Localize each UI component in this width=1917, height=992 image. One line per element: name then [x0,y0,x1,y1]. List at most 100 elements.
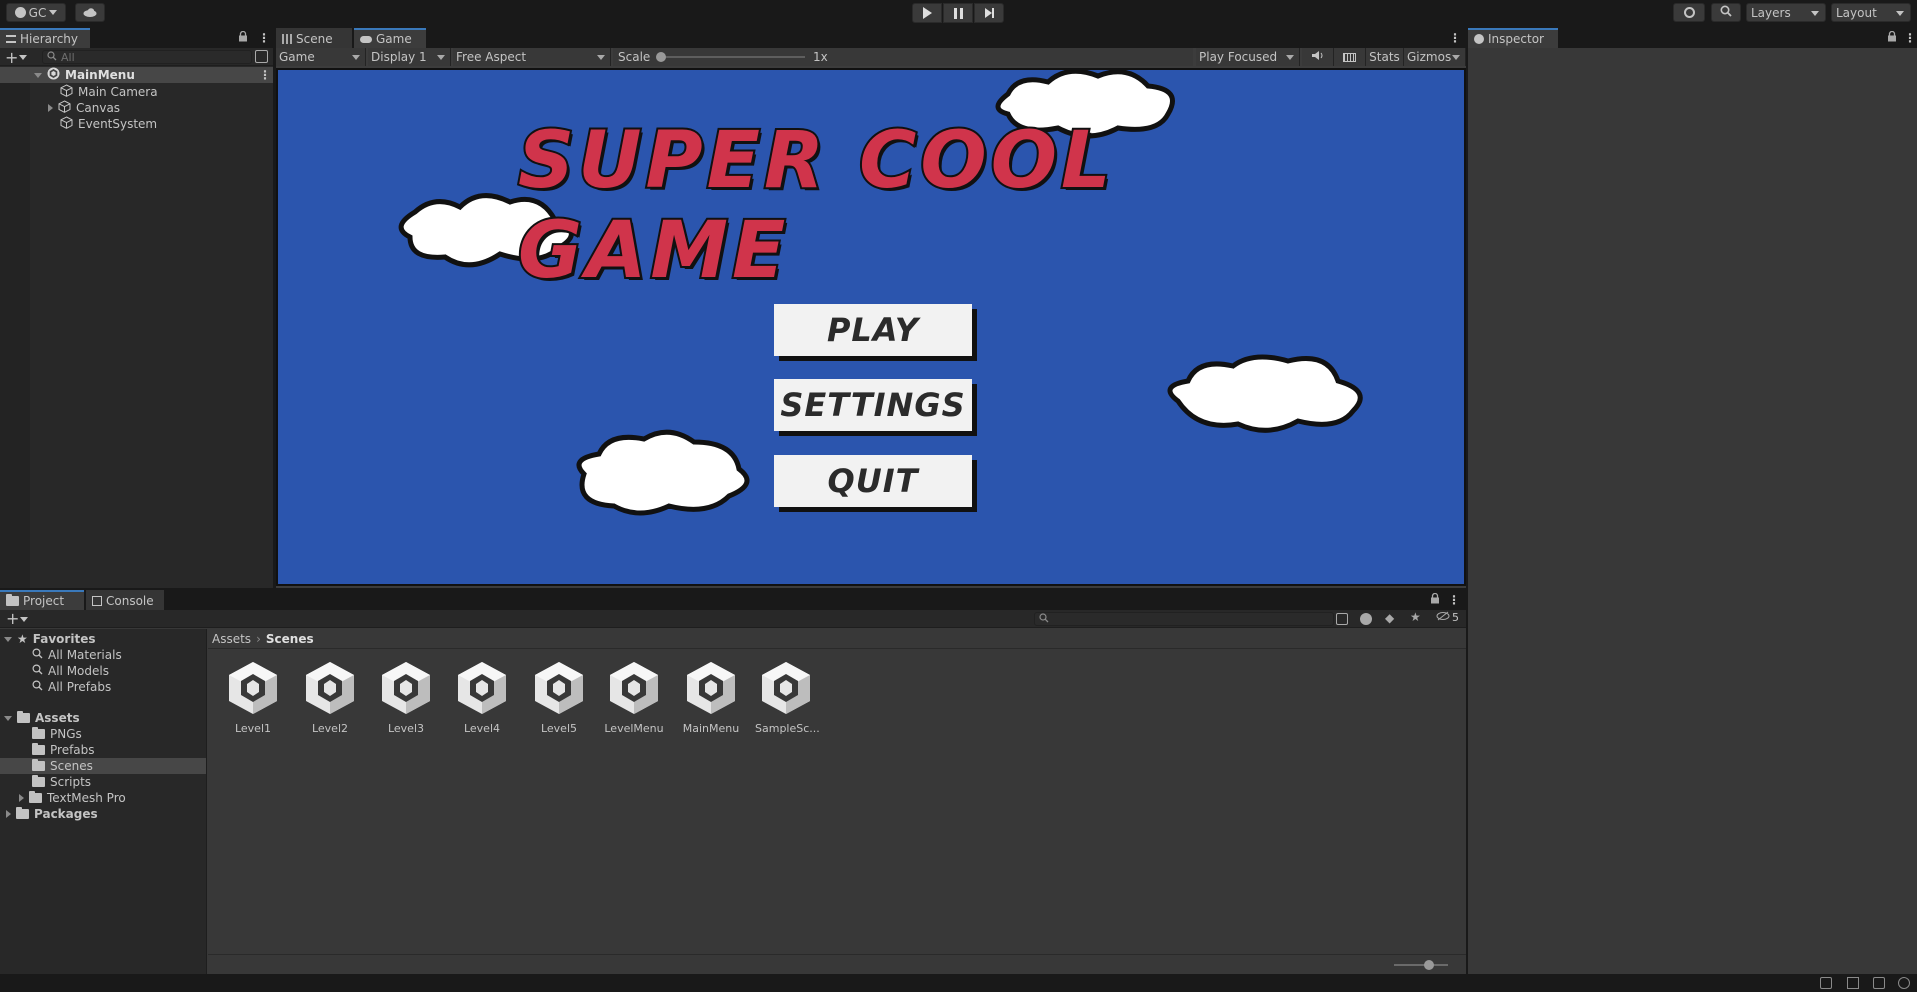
history-icon [1683,7,1695,18]
expand-arrow-icon[interactable] [6,810,11,818]
stats-button[interactable]: Stats [1366,48,1404,66]
hierarchy-search-placeholder: All [61,50,75,64]
scene-asset-tile[interactable]: Level2 [299,660,361,735]
hierarchy-scene-row[interactable]: MainMenu ⋮ [0,67,273,83]
display-label: Display 1 [371,50,427,64]
scale-label: Scale [618,50,651,64]
network-icon[interactable] [1873,977,1885,989]
bug-icon[interactable] [1820,977,1832,989]
scene-asset-tile[interactable]: Level3 [375,660,437,735]
layout-dropdown[interactable]: Layout [1831,3,1911,22]
tree-item-textmesh-pro[interactable]: TextMesh Pro [19,790,126,806]
scene-asset-tile[interactable]: MainMenu [680,660,742,735]
scene-visibility-icon[interactable] [255,50,268,63]
play-mode-dropdown[interactable]: Play Focused [1196,48,1300,66]
gizmos-dropdown[interactable]: Gizmos [1404,48,1466,66]
add-icon[interactable]: + [5,48,18,67]
search-by-type-icon[interactable] [1336,613,1348,625]
scale-value: 1x [813,50,828,64]
tree-item-all-prefabs[interactable]: All Prefabs [32,679,111,695]
search-icon [32,680,43,694]
expand-arrow-icon[interactable] [19,794,24,802]
game-mode-dropdown[interactable]: Game [276,48,366,66]
display-dropdown[interactable]: Display 1 [368,48,451,66]
aspect-dropdown[interactable]: Free Aspect [453,48,611,66]
hierarchy-item-main-camera[interactable]: Main Camera [60,84,158,100]
more-options-icon[interactable]: ⋮ [259,68,271,82]
tab-console[interactable]: Console [86,590,164,610]
scene-asset-tile[interactable]: Level4 [451,660,513,735]
star-icon[interactable]: ★ [1410,610,1421,624]
expand-arrow-icon[interactable] [34,72,42,78]
mute-audio-button[interactable] [1302,48,1334,66]
tab-game[interactable]: Game [354,28,426,48]
add-icon[interactable]: + [6,609,19,628]
gameobject-cube-icon [58,100,71,116]
more-options-icon[interactable]: ⋮ [1904,31,1916,45]
tab-project[interactable]: Project [0,590,84,610]
progress-icon[interactable] [1898,977,1910,989]
hierarchy-item-canvas[interactable]: Canvas [48,100,120,116]
more-options-icon[interactable]: ⋮ [258,31,270,45]
settings-menu-button[interactable]: SETTINGS [774,379,972,431]
unity-scene-asset-icon [451,660,513,716]
tree-item-all-models[interactable]: All Models [32,663,109,679]
more-options-icon[interactable]: ⋮ [1449,31,1461,45]
layers-dropdown[interactable]: Layers [1746,3,1826,22]
scale-slider-track[interactable] [659,56,805,58]
cache-server-icon[interactable] [1847,977,1859,989]
lock-icon[interactable] [1430,592,1440,607]
aspect-label: Free Aspect [456,50,527,64]
lock-icon[interactable] [1887,30,1897,45]
scene-asset-tile[interactable]: LevelMenu [603,660,665,735]
pause-button[interactable] [943,3,973,23]
tab-inspector[interactable]: Inspector [1468,28,1558,48]
expand-arrow-icon[interactable] [4,636,12,642]
status-bar [0,974,1917,992]
tree-item-scripts[interactable]: Scripts [32,774,91,790]
breadcrumb-root[interactable]: Assets [212,632,251,646]
breadcrumb-current[interactable]: Scenes [266,632,314,646]
tree-item-scenes[interactable]: Scenes [0,758,206,774]
scale-slider-thumb[interactable] [656,52,666,62]
tree-item-all-materials[interactable]: All Materials [32,647,122,663]
game-canvas[interactable]: SUPER COOL GAME PLAY SETTINGS QUIT [276,68,1466,586]
scene-asset-label: Level3 [387,722,425,735]
inspector-tabbar: Inspector ⋮ [1468,28,1917,48]
tree-item-favorites[interactable]: ★ Favorites [4,631,95,647]
search-by-label-icon[interactable] [1360,613,1372,625]
hierarchy-search-input[interactable]: All [42,50,252,64]
play-menu-button[interactable]: PLAY [774,304,972,356]
history-button[interactable] [1673,3,1705,22]
hidden-packages-toggle[interactable]: 5 [1436,611,1459,624]
account-dropdown[interactable]: GC [6,3,66,22]
keyboard-shortcuts-button[interactable] [1334,48,1366,66]
more-options-icon[interactable]: ⋮ [1448,593,1460,607]
chevron-down-icon[interactable] [20,617,28,622]
quit-menu-button[interactable]: QUIT [774,455,972,507]
cloud-button[interactable] [75,3,105,22]
scene-asset-tile[interactable]: Level1 [222,660,284,735]
lock-icon[interactable] [238,30,248,42]
gizmos-label: Gizmos [1407,50,1452,64]
tab-hierarchy[interactable]: Hierarchy [0,28,90,48]
play-button[interactable] [912,3,942,23]
expand-arrow-icon[interactable] [4,715,12,721]
tree-item-prefabs[interactable]: Prefabs [32,742,95,758]
tree-item-assets[interactable]: Assets [4,710,80,726]
tree-item-pngs[interactable]: PNGs [32,726,82,742]
project-search-input[interactable] [1034,612,1334,626]
tag-icon[interactable]: ◆ [1385,611,1394,625]
expand-arrow-icon[interactable] [48,104,53,112]
icon-size-slider-thumb[interactable] [1424,960,1434,970]
tab-scene[interactable]: Scene [276,28,352,48]
step-button[interactable] [974,3,1004,23]
hierarchy-item-eventsystem[interactable]: EventSystem [60,116,157,132]
scene-asset-tile[interactable]: SampleSc... [755,660,820,735]
tree-item-packages[interactable]: Packages [6,806,98,822]
chevron-down-icon[interactable] [19,55,27,60]
scene-asset-tile[interactable]: Level5 [528,660,590,735]
search-button[interactable] [1711,3,1741,22]
icon-size-slider-track[interactable] [1394,964,1448,966]
gameobject-cube-icon [60,116,73,132]
